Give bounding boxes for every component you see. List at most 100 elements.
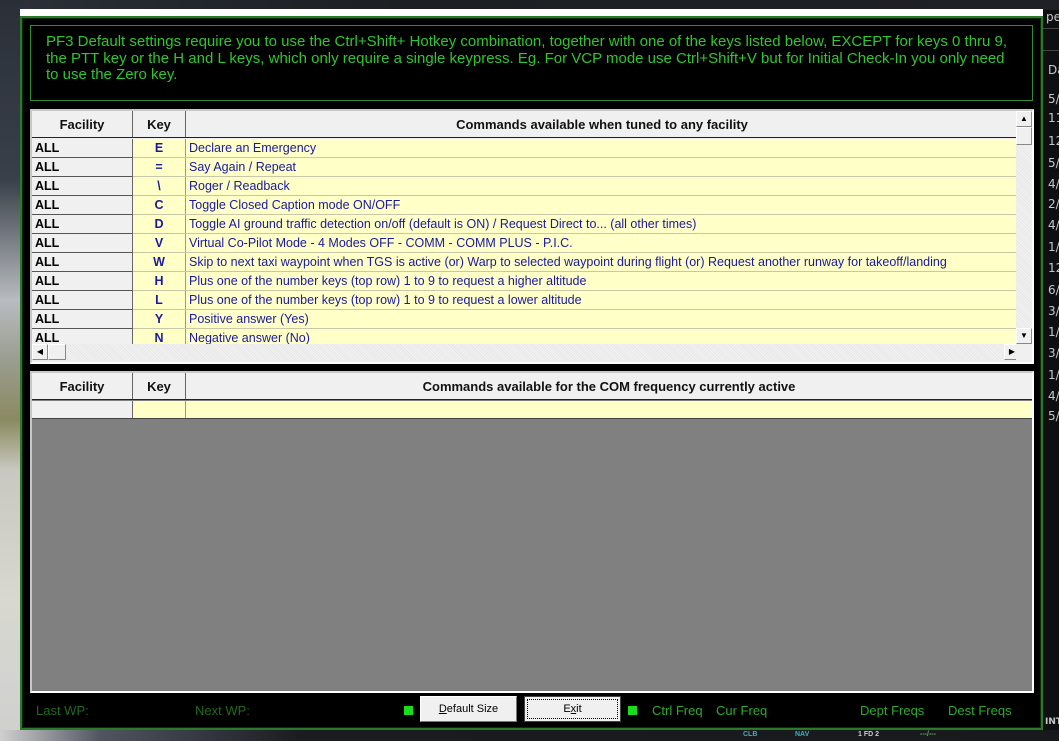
header-key[interactable]: Key (133, 111, 186, 137)
key-cell: = (133, 158, 186, 176)
command-cell: Skip to next taxi waypoint when TGS is a… (186, 253, 1020, 271)
key-cell: V (133, 234, 186, 252)
background-text: 4/ (1048, 389, 1059, 403)
table-row[interactable]: ALL Y Positive answer (Yes) (32, 310, 1020, 329)
last-waypoint-label: Last WP: (36, 703, 89, 718)
background-text: 1/ (1048, 368, 1059, 382)
key-cell: E (133, 139, 186, 157)
background-text: pe (1046, 10, 1059, 24)
key-cell (133, 401, 186, 418)
scroll-left-button[interactable]: ◀ (32, 344, 48, 360)
table-row[interactable]: ALL V Virtual Co-Pilot Mode - 4 Modes OFF … (32, 234, 1020, 253)
table-row[interactable]: ALL L Plus one of the number keys (top row… (32, 291, 1020, 310)
header-commands[interactable]: Commands available for the COM frequency… (186, 373, 1032, 399)
command-cell: Roger / Readback (186, 177, 1020, 195)
facility-cell: ALL (32, 234, 133, 253)
key-cell: H (133, 272, 186, 290)
key-cell: D (133, 215, 186, 233)
table-body: ALL E Declare an Emergency ALL = Say Again /… (32, 139, 1020, 348)
header-facility[interactable]: Facility (32, 373, 133, 399)
facility-cell: ALL (32, 215, 133, 234)
background-text: 5/ (1048, 92, 1059, 106)
command-cell: Toggle Closed Caption mode ON/OFF (186, 196, 1020, 214)
table-row[interactable]: ALL C Toggle Closed Caption mode ON/OFF (32, 196, 1020, 215)
command-cell: Plus one of the number keys (top row) 1 … (186, 272, 1020, 290)
table-header: Facility Key Commands available when tun… (32, 111, 1019, 138)
background-text: Da (1048, 63, 1059, 77)
table-row[interactable] (32, 401, 1032, 419)
hotkey-info-text: PF3 Default settings require you to use … (30, 25, 1033, 101)
window-title-bar[interactable] (20, 9, 1043, 16)
background-text: 5/ (1048, 409, 1059, 423)
command-cell: Plus one of the number keys (top row) 1 … (186, 291, 1020, 309)
command-cell: Virtual Co-Pilot Mode - 4 Modes OFF - CO… (186, 234, 1020, 252)
facility-cell: ALL (32, 196, 133, 215)
table-body (32, 401, 1032, 419)
key-cell: Y (133, 310, 186, 328)
header-facility[interactable]: Facility (32, 111, 133, 137)
vertical-scrollbar[interactable]: ▲ ▼ (1016, 111, 1032, 344)
scroll-up-button[interactable]: ▲ (1016, 111, 1032, 127)
facility-cell: ALL (32, 272, 133, 291)
scrollbar-corner (1016, 344, 1032, 360)
command-cell: Declare an Emergency (186, 139, 1020, 157)
default-size-button[interactable]: Default Size (420, 696, 517, 722)
background-text: 6/ (1048, 283, 1059, 297)
next-waypoint-label: Next WP: (195, 703, 250, 718)
background-text: 5/ (1048, 156, 1059, 170)
key-cell: C (133, 196, 186, 214)
table-row[interactable]: ALL D Toggle AI ground traffic detection o… (32, 215, 1020, 234)
table-row[interactable]: ALL W Skip to next taxi waypoint when TGS … (32, 253, 1020, 272)
status-led-indicator (404, 706, 413, 715)
facility-cell: ALL (32, 139, 133, 158)
ctrl-freq-label[interactable]: Ctrl Freq (652, 703, 703, 718)
dept-freqs-label[interactable]: Dept Freqs (860, 703, 924, 718)
background-text: 3/ (1048, 346, 1059, 360)
mnemonic-letter: D (438, 703, 447, 715)
background-text: 3/ (1048, 304, 1059, 318)
table-row[interactable]: ALL = Say Again / Repeat (32, 158, 1020, 177)
pf3-hotkeys-dialog: PF3 Default settings require you to use … (20, 16, 1043, 730)
cockpit-label: 1 FD 2 (858, 731, 880, 738)
command-cell: Say Again / Repeat (186, 158, 1020, 176)
scroll-thumb[interactable] (1016, 127, 1032, 145)
background-text: 1/ (1048, 325, 1059, 339)
cockpit-label: NAV (795, 731, 810, 738)
scroll-thumb[interactable] (48, 344, 66, 360)
table-header: Facility Key Commands available for the … (32, 373, 1032, 400)
key-cell: \ (133, 177, 186, 195)
button-label: E (563, 703, 571, 715)
status-led-indicator (628, 706, 637, 715)
horizontal-scrollbar[interactable]: ◀ ▶ (32, 344, 1020, 360)
background-window: pe Da 5/ 11 12 5/ 4/ 2/ 4/ 1/ 12 6/ 3/ 1… (1043, 10, 1059, 730)
background-text: 12 (1048, 261, 1059, 275)
exit-button[interactable]: Exit (524, 696, 621, 722)
table-row[interactable]: ALL H Plus one of the number keys (top row… (32, 272, 1020, 291)
table-row[interactable]: ALL E Declare an Emergency (32, 139, 1020, 158)
background-text: 4/ (1048, 177, 1059, 191)
global-commands-table: Facility Key Commands available when tun… (30, 109, 1034, 364)
background-text: 1/ (1048, 240, 1059, 254)
facility-cell: ALL (32, 158, 133, 177)
facility-cell: ALL (32, 310, 133, 329)
button-label: it (576, 703, 582, 715)
scroll-down-button[interactable]: ▼ (1016, 328, 1032, 344)
background-text: 4/ (1048, 218, 1059, 232)
header-key[interactable]: Key (133, 373, 186, 399)
header-commands[interactable]: Commands available when tuned to any fac… (186, 111, 1019, 137)
facility-cell: ALL (32, 291, 133, 310)
background-text: 12 (1048, 134, 1059, 148)
cur-freq-label[interactable]: Cur Freq (716, 703, 767, 718)
status-footer: Last WP: Next WP: Default Size Exit Ctrl… (22, 696, 1041, 726)
dest-freqs-label[interactable]: Dest Freqs (948, 703, 1012, 718)
facility-cell: ALL (32, 177, 133, 196)
command-cell (186, 401, 1032, 418)
com-commands-table: Facility Key Commands available for the … (30, 371, 1034, 693)
background-text: 11 (1048, 111, 1059, 125)
facility-cell: ALL (32, 253, 133, 272)
key-cell: W (133, 253, 186, 271)
table-row[interactable]: ALL \ Roger / Readback (32, 177, 1020, 196)
command-cell: Positive answer (Yes) (186, 310, 1020, 328)
cockpit-label: ---/--- (920, 731, 936, 738)
background-text: INT (1045, 717, 1059, 727)
